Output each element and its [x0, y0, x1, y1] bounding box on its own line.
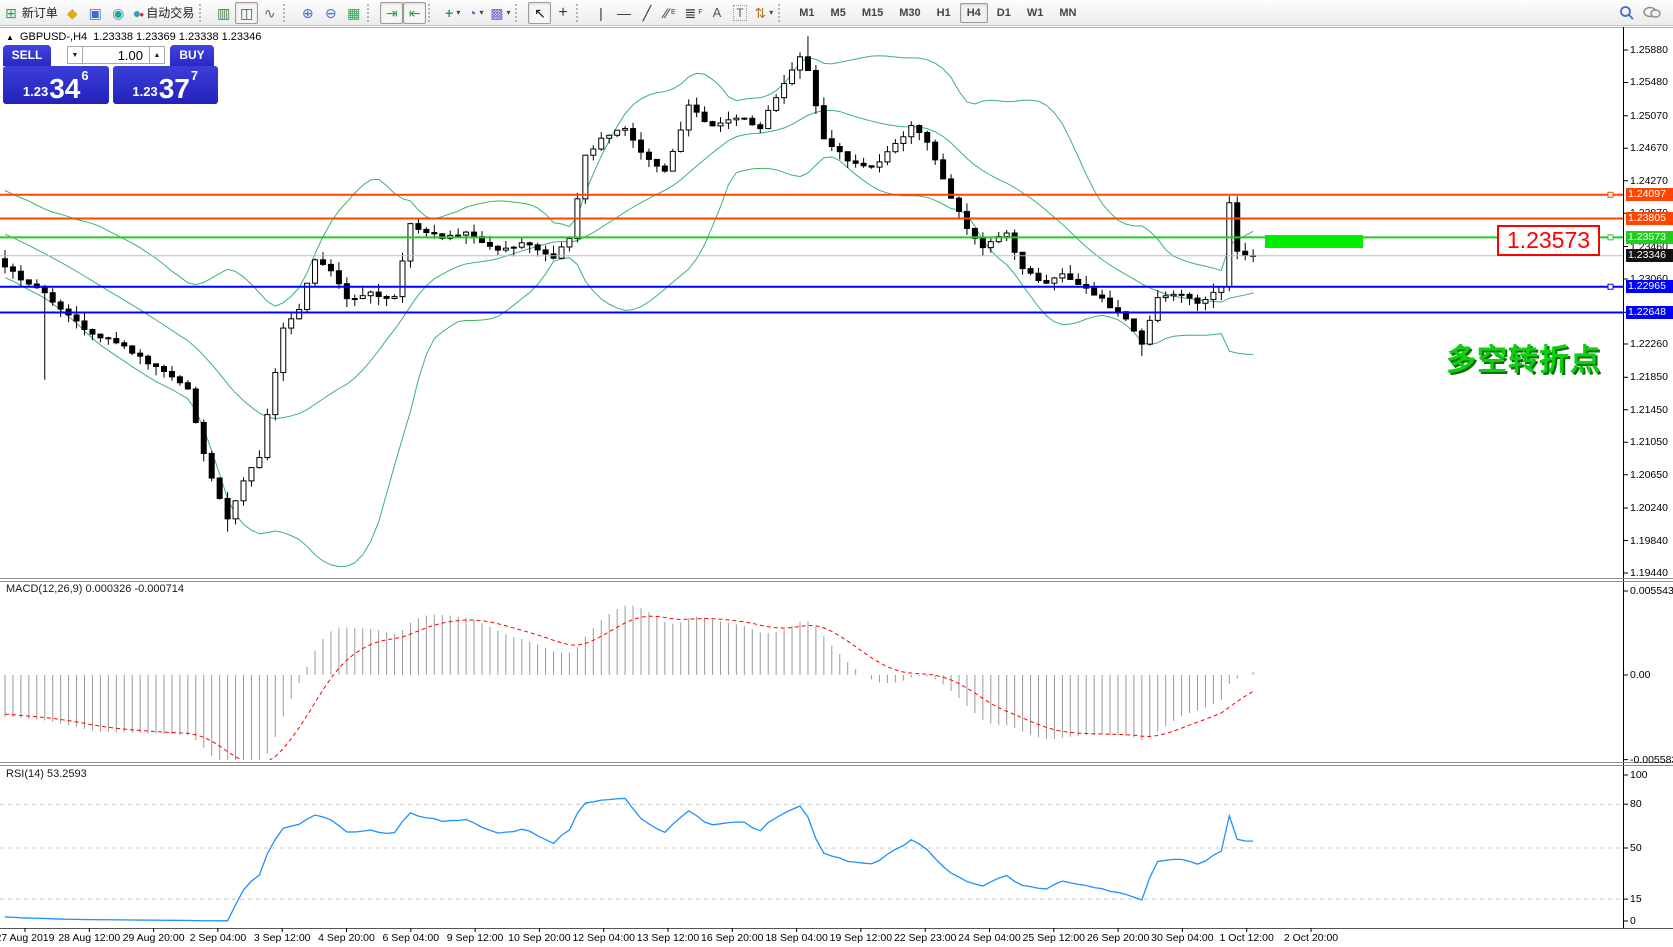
volume-input[interactable] — [83, 46, 149, 64]
collapse-one-click-icon[interactable]: ▲ — [6, 33, 14, 42]
buy-price-pip: 7 — [190, 68, 199, 83]
one-click-trading-panel: SELL ▼ ▲ BUY 1.23 34 6 1.23 37 7 — [3, 44, 218, 104]
chart-window[interactable]: ▲ GBPUSD-,H4 1.23338 1.23369 1.23338 1.2… — [0, 27, 1673, 947]
price-axis-tick-label: 1.20240 — [1630, 502, 1668, 515]
price-axis-tick-label: 1.19440 — [1630, 567, 1668, 579]
price-axis-tick-label: 1.22260 — [1630, 337, 1668, 350]
buy-price-button[interactable]: 1.23 37 7 — [112, 66, 218, 104]
price-tag: 1.24097 — [1626, 188, 1673, 202]
price-axis-tick-label: 50 — [1630, 842, 1642, 854]
price-axis-tick-label: 1.24270 — [1630, 174, 1668, 187]
turning-point-annotation: 多空转折点 — [1446, 344, 1601, 377]
sell-price-prefix: 1.23 — [22, 84, 49, 99]
sell-tab[interactable]: SELL — [3, 44, 51, 66]
price-callout-box: 1.23573 — [1497, 225, 1600, 256]
price-axis-tick-label: 1.21050 — [1630, 436, 1668, 449]
volume-increase-button[interactable]: ▲ — [149, 46, 165, 64]
rsi-indicator-label: RSI(14) 53.2593 — [6, 768, 87, 780]
price-tag: 1.23805 — [1626, 212, 1673, 225]
sell-price-big: 34 — [49, 73, 81, 104]
ohlc-values: 1.23338 1.23369 1.23338 1.23346 — [93, 31, 262, 43]
price-axis-tick-label: 1.25070 — [1630, 109, 1668, 122]
price-axis-tick-label: -0.005583 — [1630, 753, 1673, 766]
price-axis-tick-label: 1.21850 — [1630, 371, 1668, 384]
price-tag: 1.23573 — [1626, 230, 1673, 244]
sell-price-button[interactable]: 1.23 34 6 — [3, 66, 109, 104]
buy-tab[interactable]: BUY — [170, 44, 214, 66]
buy-price-big: 37 — [158, 73, 190, 104]
price-axis-tick-label: 0.005543 — [1630, 585, 1673, 597]
price-axis-tick-label: 1.20650 — [1630, 468, 1668, 481]
price-axis-tick-label: 100 — [1630, 769, 1648, 781]
chart-symbol-header: ▲ GBPUSD-,H4 1.23338 1.23369 1.23338 1.2… — [6, 31, 261, 43]
price-axis-tick-label: 1.19840 — [1630, 534, 1668, 547]
time-axis-label: 2 Oct 20:00 — [1283, 932, 1339, 944]
price-axis-tick-label: 80 — [1630, 798, 1642, 811]
price-axis-tick-label: 1.21450 — [1630, 403, 1668, 416]
price-tag: 1.23346 — [1626, 249, 1673, 263]
symbol-period-label: GBPUSD-,H4 — [19, 31, 88, 43]
price-axis-tick-label: 15 — [1630, 893, 1642, 906]
price-axis-tick-label: 0.00 — [1630, 669, 1651, 681]
macd-indicator-label: MACD(12,26,9) 0.000326 -0.000714 — [6, 583, 184, 595]
price-tag: 1.22965 — [1626, 280, 1673, 294]
chart-canvas[interactable] — [0, 0, 1673, 947]
price-axis-tick-label: 1.24670 — [1630, 142, 1668, 155]
buy-price-prefix: 1.23 — [132, 84, 158, 99]
sell-price-pip: 6 — [81, 68, 89, 83]
volume-decrease-button[interactable]: ▼ — [67, 46, 83, 64]
price-axis-tick-label: 0 — [1630, 915, 1636, 927]
mt4-terminal: ⊞ 新订单 ◆ ▣ ◉ ●● 自动交易 ▥ ◫ ∿ ⊕ ⊖ ▦ ⇥ ⇤ + ▾ — [0, 0, 1673, 947]
price-axis-tick-label: 1.25480 — [1630, 76, 1668, 89]
price-tag: 1.22648 — [1626, 305, 1673, 319]
price-axis-tick-label: 1.25880 — [1630, 44, 1668, 56]
